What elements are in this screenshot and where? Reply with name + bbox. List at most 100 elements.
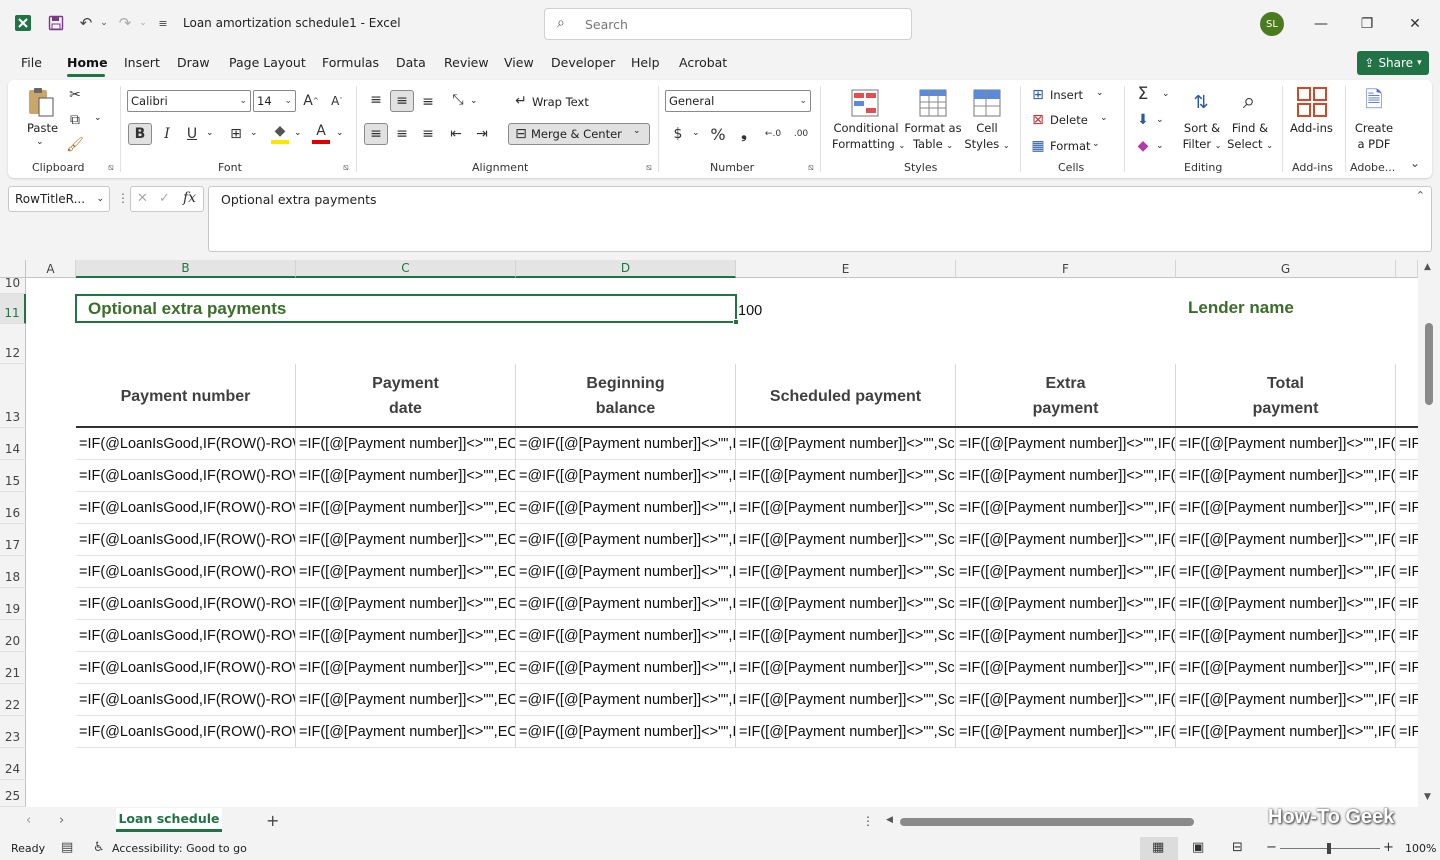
tab-view[interactable]: View (504, 55, 534, 70)
formula-cell-h[interactable]: =IF (1396, 684, 1418, 716)
header-cell-h[interactable] (1396, 364, 1418, 428)
formula-cell-b[interactable]: =IF(@LoanIsGood,IF(ROW()-ROW (76, 620, 296, 652)
formula-cell-c[interactable]: =IF([@[Payment number]]<>"",EO (296, 492, 516, 524)
formula-cell-f[interactable]: =IF([@[Payment number]]<>"",IF( (956, 652, 1176, 684)
number-launcher-icon[interactable]: ⧅ (808, 163, 814, 173)
underline-icon[interactable]: U (183, 125, 201, 143)
search-input[interactable] (585, 15, 885, 33)
formula-cell-c[interactable]: =IF([@[Payment number]]<>"",EO (296, 556, 516, 588)
tab-acrobat[interactable]: Acrobat (679, 55, 727, 70)
delete-cells-icon[interactable]: ⊠ (1030, 112, 1046, 128)
formula-cell-d[interactable]: =@IF([@[Payment number]]<>"",I (516, 556, 736, 588)
formula-cell-e[interactable]: =IF([@[Payment number]]<>"",Sch (736, 684, 956, 716)
formula-cell-c[interactable]: =IF([@[Payment number]]<>"",EO (296, 716, 516, 748)
orientation-dropdown-icon[interactable]: ⌄ (470, 96, 478, 106)
worksheet-grid[interactable]: A B C D E F G 10 11 12 13 14 15 16 17 18… (0, 260, 1418, 807)
formula-cell-g[interactable]: =IF([@[Payment number]]<>"",IF( (1176, 556, 1396, 588)
tab-file[interactable]: File (21, 55, 42, 70)
column-header-g[interactable]: G (1176, 260, 1396, 278)
page-break-view-icon[interactable]: ⊟ (1232, 840, 1243, 855)
borders-dropdown-icon[interactable]: ⌄ (250, 128, 258, 138)
font-size-select[interactable]: 14 ⌄ (253, 90, 296, 112)
align-middle-icon[interactable]: ≡ (390, 90, 414, 112)
header-payment-date[interactable]: Payment date (296, 364, 516, 428)
formula-cell-f[interactable]: =IF([@[Payment number]]<>"",IF( (956, 492, 1176, 524)
formula-cell-e[interactable]: =IF([@[Payment number]]<>"",Sch (736, 588, 956, 620)
fill-color-icon[interactable]: ◆ (270, 122, 290, 140)
vertical-scroll-thumb[interactable] (1425, 323, 1433, 405)
borders-icon[interactable]: ⊞ (226, 125, 246, 143)
formula-cell-b[interactable]: =IF(@LoanIsGood,IF(ROW()-ROW (76, 652, 296, 684)
column-header-b[interactable]: B (76, 260, 296, 278)
formula-cell-f[interactable]: =IF([@[Payment number]]<>"",IF( (956, 556, 1176, 588)
delete-dropdown-icon[interactable]: ⌄ (1100, 113, 1108, 123)
tab-developer[interactable]: Developer (551, 55, 615, 70)
formula-cell-b[interactable]: =IF(@LoanIsGood,IF(ROW()-ROW (76, 684, 296, 716)
format-cells-icon[interactable]: ▦ (1030, 138, 1046, 154)
merge-center-button[interactable]: ⊟ Merge & Center ⌄ (508, 123, 650, 145)
align-center-icon[interactable]: ≡ (392, 125, 412, 143)
column-header-a[interactable]: A (26, 260, 76, 278)
column-header-c[interactable]: C (296, 260, 516, 278)
decrease-decimal-icon[interactable]: .00 (790, 125, 812, 143)
add-sheet-icon[interactable]: + (266, 811, 279, 830)
header-total-payment[interactable]: Total payment (1176, 364, 1396, 428)
avatar[interactable]: SL (1260, 12, 1284, 36)
decrease-indent-icon[interactable]: ⇤ (446, 125, 466, 143)
cancel-formula-icon[interactable]: ✕ (137, 191, 148, 206)
cut-icon[interactable]: ✂ (66, 86, 84, 104)
formula-cell-d[interactable]: =@IF([@[Payment number]]<>"",I (516, 652, 736, 684)
wrap-text-icon[interactable]: ↵ (512, 92, 530, 110)
formula-cell-d[interactable]: =@IF([@[Payment number]]<>"",I (516, 620, 736, 652)
formula-cell-g[interactable]: =IF([@[Payment number]]<>"",IF( (1176, 588, 1396, 620)
format-dropdown-icon[interactable]: ⌄ (1092, 139, 1100, 149)
minimize-icon[interactable]: — (1306, 12, 1336, 36)
tab-draw[interactable]: Draw (177, 55, 210, 70)
formula-cell-e[interactable]: =IF([@[Payment number]]<>"",Sch (736, 716, 956, 748)
header-beginning-balance[interactable]: Beginning balance (516, 364, 736, 428)
cell-e11[interactable]: 100 (738, 303, 762, 319)
formula-cell-g[interactable]: =IF([@[Payment number]]<>"",IF( (1176, 620, 1396, 652)
currency-icon[interactable]: $ (670, 125, 686, 143)
align-left-icon[interactable]: ≡ (364, 123, 388, 145)
conditional-formatting-button[interactable]: Conditional Formatting ⌄ (832, 120, 905, 154)
share-button[interactable]: ⇪ Share ▾ (1357, 51, 1429, 75)
formula-cell-g[interactable]: =IF([@[Payment number]]<>"",IF( (1176, 492, 1396, 524)
formula-cell-c[interactable]: =IF([@[Payment number]]<>"",EO (296, 428, 516, 460)
paste-label[interactable]: Paste (27, 120, 58, 136)
horizontal-scroll-thumb[interactable] (900, 818, 1194, 826)
find-select-icon[interactable]: ⌕ (1234, 86, 1264, 116)
autosum-dropdown-icon[interactable]: ⌄ (1162, 89, 1170, 99)
zoom-out-icon[interactable]: − (1266, 840, 1277, 855)
formula-cell-c[interactable]: =IF([@[Payment number]]<>"",EO (296, 620, 516, 652)
formula-cell-b[interactable]: =IF(@LoanIsGood,IF(ROW()-ROW (76, 716, 296, 748)
formula-cell-f[interactable]: =IF([@[Payment number]]<>"",IF( (956, 684, 1176, 716)
row-header[interactable]: 25 (0, 780, 26, 807)
row-header[interactable]: 16 (0, 492, 26, 524)
search-box[interactable]: ⌕ (544, 8, 912, 40)
name-box[interactable]: RowTitleR... ⌄ (8, 186, 110, 212)
increase-font-icon[interactable]: A ^ (302, 92, 320, 110)
italic-icon[interactable]: I (158, 125, 176, 143)
macro-recorder-icon[interactable]: ▤ (61, 840, 73, 855)
add-ins-icon[interactable] (1296, 86, 1328, 118)
underline-dropdown-icon[interactable]: ⌄ (206, 128, 214, 138)
formula-cell-g[interactable]: =IF([@[Payment number]]<>"",IF( (1176, 716, 1396, 748)
wrap-text-button[interactable]: Wrap Text (532, 94, 589, 110)
tab-formulas[interactable]: Formulas (322, 55, 379, 70)
create-pdf-icon[interactable]: 🗎 (1358, 86, 1390, 118)
formula-cell-g[interactable]: =IF([@[Payment number]]<>"",IF( (1176, 428, 1396, 460)
row-header[interactable]: 24 (0, 748, 26, 780)
alignment-launcher-icon[interactable]: ⧅ (646, 163, 652, 173)
row-header[interactable]: 12 (0, 324, 26, 364)
bold-icon[interactable]: B (128, 123, 152, 145)
cell-styles-icon[interactable] (972, 88, 1002, 118)
formula-cell-e[interactable]: =IF([@[Payment number]]<>"",Sch (736, 460, 956, 492)
formula-cell-e[interactable]: =IF([@[Payment number]]<>"",Sch (736, 524, 956, 556)
zoom-slider-thumb[interactable] (1327, 843, 1331, 854)
formula-cell-e[interactable]: =IF([@[Payment number]]<>"",Sch (736, 428, 956, 460)
normal-view-icon[interactable]: ▦ (1152, 840, 1164, 855)
row-header[interactable]: 23 (0, 716, 26, 748)
column-header-f[interactable]: F (956, 260, 1176, 278)
customize-toolbar-icon[interactable]: ≡ (152, 12, 174, 34)
